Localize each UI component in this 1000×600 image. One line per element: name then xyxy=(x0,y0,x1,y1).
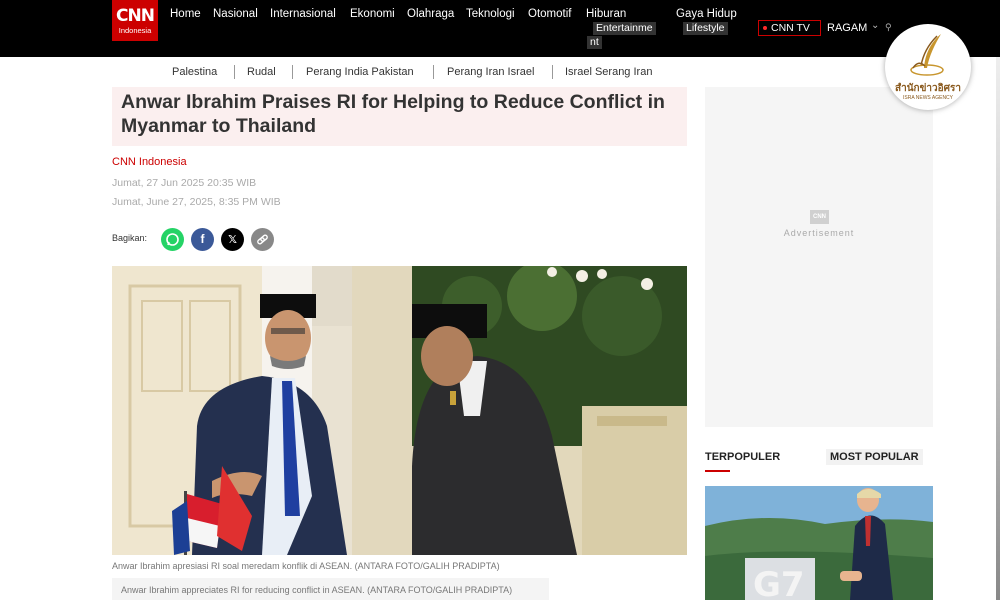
subnav-palestina[interactable]: Palestina xyxy=(172,66,217,78)
nav-nasional[interactable]: Nasional xyxy=(213,8,258,20)
article-date-en: Jumat, June 27, 2025, 8:35 PM WIB xyxy=(112,196,281,208)
x-icon: 𝕏 xyxy=(228,234,237,246)
ad-cnn-logo: CNN xyxy=(810,210,829,224)
nav-gaya-hidup[interactable]: Gaya Hidup xyxy=(676,8,737,20)
live-dot-icon xyxy=(763,26,767,31)
subnav-israel-serang-iran[interactable]: Israel Serang Iran xyxy=(565,66,652,78)
nav-hiburan-sub-wrap[interactable]: nt xyxy=(587,36,602,49)
article-date-id: Jumat, 27 Jun 2025 20:35 WIB xyxy=(112,177,257,189)
subnav-rudal[interactable]: Rudal xyxy=(247,66,276,78)
watermark-title: สำนักข่าวอิศรา xyxy=(894,83,961,94)
article-photo-illustration xyxy=(112,266,687,555)
advertisement-label: Advertisement xyxy=(783,228,855,238)
nav-hiburan[interactable]: Hiburan xyxy=(586,8,626,20)
cnn-indonesia-logo[interactable]: CNN Indonesia xyxy=(112,0,158,41)
subnav-perang-iran-israel[interactable]: Perang Iran Israel xyxy=(447,66,534,78)
photo-caption-id: Anwar Ibrahim apresiasi RI soal meredam … xyxy=(112,561,500,571)
article-headline: Anwar Ibrahim Praises RI for Helping to … xyxy=(121,91,665,137)
tab-most-popular[interactable]: MOST POPULAR xyxy=(826,449,923,465)
top-navbar: CNN Indonesia Home Nasional Internasiona… xyxy=(0,0,1000,57)
subnav-perang-india-pakistan[interactable]: Perang India Pakistan xyxy=(306,66,414,78)
ragam-menu[interactable]: RAGAM xyxy=(827,22,867,34)
nav-hiburan-sub[interactable]: Entertainme xyxy=(593,22,656,35)
nav-home[interactable]: Home xyxy=(170,8,201,20)
link-icon xyxy=(257,234,268,245)
subnav-divider xyxy=(234,65,235,79)
photo-caption-en: Anwar Ibrahim appreciates RI for reducin… xyxy=(121,585,513,595)
nav-teknologi[interactable]: Teknologi xyxy=(466,8,515,20)
watermark-subtitle: ISRA NEWS AGENCY xyxy=(902,95,953,101)
nav-gaya-sub[interactable]: Lifestyle xyxy=(683,22,728,35)
popular-photo-illustration: G7 xyxy=(705,486,933,600)
active-tab-underline xyxy=(705,470,730,472)
nav-olahraga[interactable]: Olahraga xyxy=(407,8,454,20)
logo-text: CNN xyxy=(116,6,155,26)
nav-otomotif[interactable]: Otomotif xyxy=(528,8,571,20)
popular-article-photo[interactable]: G7 xyxy=(705,486,933,600)
isra-news-watermark: สำนักข่าวอิศรา ISRA NEWS AGENCY xyxy=(885,24,971,110)
article-source[interactable]: CNN Indonesia xyxy=(112,156,187,168)
subnav-divider xyxy=(292,65,293,79)
tab-terpopuler[interactable]: TERPOPULER xyxy=(705,451,780,463)
logo-subtext: Indonesia xyxy=(118,26,152,35)
whatsapp-share-button[interactable] xyxy=(161,228,184,251)
cnn-tv-label: CNN TV xyxy=(771,22,810,34)
copy-link-button[interactable] xyxy=(251,228,274,251)
g7-sign-text: G7 xyxy=(753,565,805,600)
facebook-icon: f xyxy=(200,232,205,246)
trending-subnav: Palestina Rudal Perang India Pakistan Pe… xyxy=(0,57,1000,85)
subnav-divider xyxy=(433,65,434,79)
quill-logo-icon xyxy=(910,34,944,76)
advertisement-slot[interactable]: CNN Advertisement xyxy=(705,87,933,427)
x-share-button[interactable]: 𝕏 xyxy=(221,228,244,251)
share-label: Bagikan: xyxy=(112,233,148,243)
chevron-down-icon[interactable]: ⌄ xyxy=(871,20,879,31)
subnav-divider xyxy=(552,65,553,79)
page-edge-strip xyxy=(996,57,1000,600)
facebook-share-button[interactable]: f xyxy=(191,228,214,251)
search-icon[interactable]: ⚲ xyxy=(885,22,892,33)
nav-ekonomi[interactable]: Ekonomi xyxy=(350,8,395,20)
article-photo[interactable] xyxy=(112,266,687,555)
photo-caption-en-box: Anwar Ibrahim appreciates RI for reducin… xyxy=(112,578,549,600)
headline-box: Anwar Ibrahim Praises RI for Helping to … xyxy=(112,87,687,146)
whatsapp-icon xyxy=(166,233,179,246)
nav-internasional[interactable]: Internasional xyxy=(270,8,336,20)
cnn-tv-button[interactable]: CNN TV xyxy=(758,20,821,36)
